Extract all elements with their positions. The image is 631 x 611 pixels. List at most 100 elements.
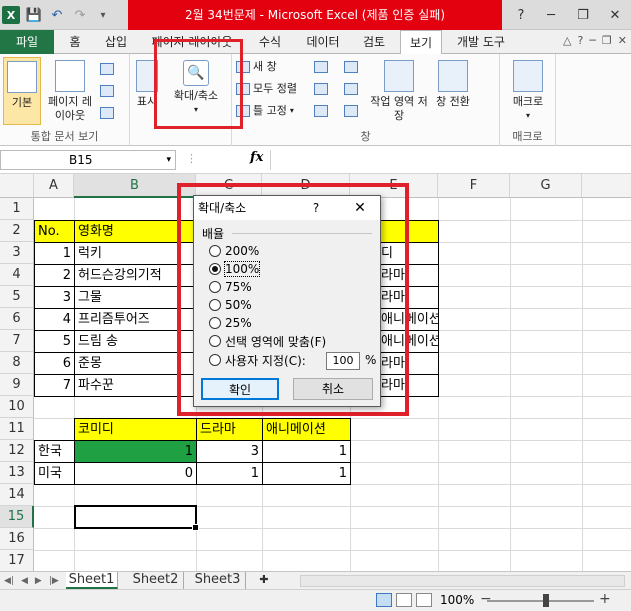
row-header[interactable]: 9 <box>0 374 34 396</box>
tab-data[interactable]: 데이터 <box>298 30 348 54</box>
row-header[interactable]: 3 <box>0 242 34 264</box>
radio-25[interactable]: 25% <box>209 315 252 331</box>
insert-function-icon[interactable]: fx <box>250 150 263 165</box>
summary-cell[interactable]: 1 <box>262 440 351 463</box>
row-header[interactable]: 15 <box>0 506 34 528</box>
unhide-button[interactable] <box>314 102 328 120</box>
active-cell-b15[interactable] <box>74 505 199 531</box>
zoom-slider-thumb[interactable] <box>543 594 549 607</box>
radio-200[interactable]: 200% <box>209 243 259 259</box>
summary-header-animation[interactable]: 애니메이션 <box>262 418 351 441</box>
table-cell-no[interactable]: 2 <box>34 264 75 287</box>
undo-icon[interactable]: ↶ <box>48 6 66 24</box>
summary-cell[interactable]: 1 <box>74 440 197 463</box>
tab-formulas[interactable]: 수식 <box>250 30 290 54</box>
cancel-button[interactable]: 취소 <box>293 378 373 400</box>
normal-view-status-icon[interactable] <box>376 593 392 607</box>
row-header[interactable]: 2 <box>0 220 34 242</box>
prev-sheet-icon[interactable]: ◀ <box>21 573 28 589</box>
row-header[interactable]: 11 <box>0 418 34 440</box>
row-header[interactable]: 10 <box>0 396 34 418</box>
last-sheet-icon[interactable]: |▶ <box>49 573 59 589</box>
zoom-slider[interactable] <box>487 600 594 602</box>
table-cell-no[interactable]: 3 <box>34 286 75 309</box>
column-header-A[interactable]: A <box>34 174 74 198</box>
radio-custom[interactable]: 사용자 지정(C): <box>209 352 306 368</box>
table-cell-no[interactable]: 7 <box>34 374 75 397</box>
restore-button[interactable]: ❐ <box>567 0 599 30</box>
reset-position-button[interactable] <box>344 102 358 120</box>
radio-100[interactable]: 100% <box>209 261 261 277</box>
page-break-preview-button[interactable] <box>100 60 114 78</box>
ribbon-collapse-icon[interactable]: △ <box>563 34 571 47</box>
customize-qat-icon[interactable]: ▾ <box>94 6 112 24</box>
summary-cell[interactable]: 1 <box>262 462 351 485</box>
zoom-in-icon[interactable]: + <box>599 591 611 607</box>
tab-view[interactable]: 보기 <box>400 30 442 55</box>
doc-minimize-icon[interactable]: ─ <box>589 34 596 47</box>
tab-developer[interactable]: 개발 도구 <box>448 30 514 54</box>
summary-row-label[interactable]: 한국 <box>34 440 75 463</box>
radio-50[interactable]: 50% <box>209 297 252 313</box>
summary-header-drama[interactable]: 드라마 <box>196 418 263 441</box>
first-sheet-icon[interactable]: ◀| <box>4 573 14 589</box>
custom-zoom-input[interactable]: 100 <box>326 352 360 370</box>
column-header-F[interactable]: F <box>438 174 510 198</box>
split-button[interactable] <box>314 58 328 76</box>
summary-cell[interactable]: 1 <box>196 462 263 485</box>
hide-button[interactable] <box>314 80 328 98</box>
tab-review[interactable]: 검토 <box>354 30 394 54</box>
sync-scroll-button[interactable] <box>344 80 358 98</box>
dialog-close-button[interactable]: ✕ <box>348 196 372 220</box>
full-screen-button[interactable] <box>100 104 114 122</box>
name-box[interactable]: B15 ▾ <box>0 150 176 170</box>
table-header-no[interactable]: No. <box>34 220 75 243</box>
summary-cell[interactable]: 0 <box>74 462 197 485</box>
sheet-tab-sheet1[interactable]: Sheet1 <box>66 572 118 589</box>
tab-insert[interactable]: 삽입 <box>96 30 136 54</box>
macros-button[interactable]: 매크로 ▾ <box>506 57 550 123</box>
summary-row-label[interactable]: 미국 <box>34 462 75 485</box>
ok-button[interactable]: 확인 <box>201 378 279 400</box>
help-button[interactable]: ? <box>507 0 535 30</box>
tab-file[interactable]: 파일 <box>0 30 54 54</box>
summary-cell[interactable]: 3 <box>196 440 263 463</box>
row-header[interactable]: 12 <box>0 440 34 462</box>
minimize-button[interactable]: ─ <box>535 0 567 30</box>
normal-view-button[interactable]: 기본 <box>3 57 41 125</box>
view-side-by-side-button[interactable] <box>344 58 358 76</box>
close-button[interactable]: ✕ <box>599 0 631 30</box>
save-icon[interactable]: 💾 <box>25 6 43 24</box>
arrange-all-button[interactable]: 모두 정렬 <box>236 80 297 98</box>
row-header[interactable]: 6 <box>0 308 34 330</box>
zoom-level[interactable]: 100% <box>440 593 474 607</box>
column-header-H[interactable] <box>582 174 631 198</box>
zoom-out-icon[interactable]: − <box>480 591 492 607</box>
row-header[interactable]: 4 <box>0 264 34 286</box>
formula-input[interactable] <box>270 150 631 170</box>
row-header[interactable]: 5 <box>0 286 34 308</box>
custom-views-button[interactable] <box>100 82 114 100</box>
tab-home[interactable]: 홈 <box>58 30 92 54</box>
new-sheet-icon[interactable]: ✚ <box>254 572 274 589</box>
redo-icon[interactable]: ↷ <box>71 6 89 24</box>
doc-restore-icon[interactable]: ❐ <box>602 34 612 47</box>
row-header[interactable]: 7 <box>0 330 34 352</box>
dialog-help-button[interactable]: ? <box>309 196 323 220</box>
next-sheet-icon[interactable]: ▶ <box>35 573 42 589</box>
row-header[interactable]: 1 <box>0 198 34 220</box>
row-header[interactable]: 8 <box>0 352 34 374</box>
table-cell-no[interactable]: 1 <box>34 242 75 265</box>
row-header[interactable]: 17 <box>0 550 34 571</box>
switch-windows-button[interactable]: 창 전환 <box>432 57 474 109</box>
row-header[interactable]: 16 <box>0 528 34 550</box>
table-cell-no[interactable]: 5 <box>34 330 75 353</box>
horizontal-scrollbar[interactable] <box>300 575 625 587</box>
table-cell-no[interactable]: 6 <box>34 352 75 375</box>
radio-75[interactable]: 75% <box>209 279 252 295</box>
column-header-G[interactable]: G <box>510 174 582 198</box>
row-header[interactable]: 13 <box>0 462 34 484</box>
sheet-tab-sheet3[interactable]: Sheet3 <box>190 572 246 589</box>
summary-header-comedy[interactable]: 코미디 <box>74 418 197 441</box>
select-all-corner[interactable] <box>0 174 34 198</box>
